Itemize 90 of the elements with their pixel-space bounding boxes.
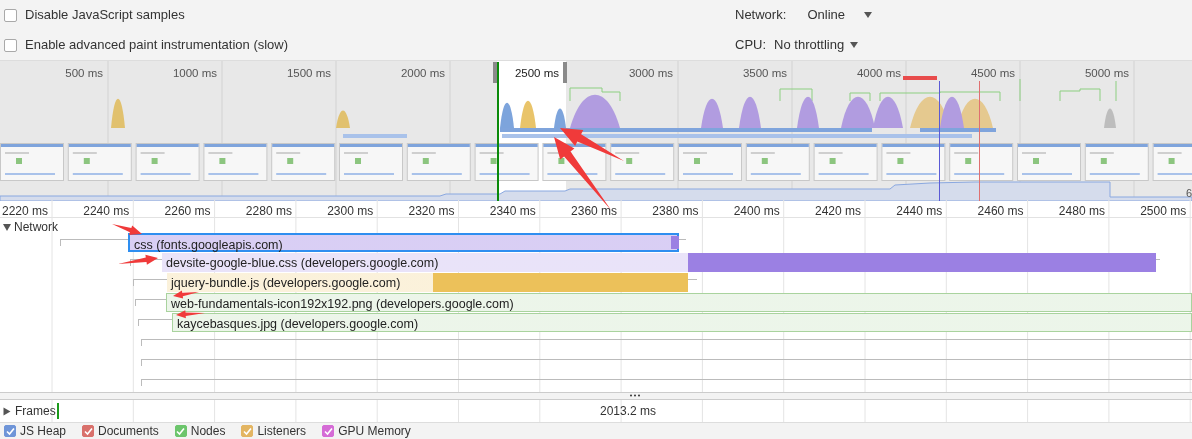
time-tick-label: 5000 ms (1084, 66, 1129, 81)
time-tick-label: 3500 ms (742, 66, 787, 81)
selection-handle (563, 62, 567, 83)
time-tick-label: 500 ms (65, 66, 103, 81)
time-tick-label: 2320 ms (408, 203, 455, 220)
time-tick-label: 1000 ms (172, 66, 217, 81)
time-tick-label: 3000 ms (628, 66, 673, 81)
request-bar[interactable]: kaycebasques.jpg (developers.google.com) (172, 313, 1192, 332)
page-thumbnail (678, 143, 742, 181)
throttle-select[interactable]: Online (794, 5, 873, 25)
counter-label: GPU Memory (338, 423, 411, 439)
time-tick-label: 2340 ms (489, 203, 536, 220)
annotation-arrow (112, 224, 142, 235)
time-tick-label: 2440 ms (896, 203, 943, 220)
time-tick-label: 4000 ms (856, 66, 901, 81)
caret-icon (864, 12, 873, 18)
caret-icon (850, 42, 859, 48)
page-thumbnail (339, 143, 403, 181)
counter-label: Documents (98, 423, 159, 439)
selection-handle (493, 62, 497, 83)
select-label: Network: (735, 6, 787, 25)
expand-arrow-icon[interactable] (3, 407, 11, 415)
select-label: CPU: (735, 36, 767, 55)
page-thumbnail (271, 143, 336, 181)
expand-arrow-icon[interactable] (3, 223, 11, 231)
request-label: web-fundamentals-icon192x192.png (developers.google.com) (171, 296, 514, 313)
counter-checkbox[interactable] (241, 425, 254, 437)
counter-checkbox[interactable] (174, 425, 187, 437)
activity-bar (343, 134, 407, 138)
time-tick-label: 2260 ms (164, 203, 211, 220)
annotation-arrow (173, 290, 199, 299)
time-tick-label: 2380 ms (652, 203, 699, 220)
counter-label: Listeners (257, 423, 307, 439)
time-tick-label: 4500 ms (970, 66, 1015, 81)
time-tick-label: 2500 ms (514, 66, 559, 81)
page-thumbnail (406, 143, 471, 181)
page-thumbnail (203, 143, 268, 181)
time-tick-label: 2300 ms (327, 203, 374, 220)
page-thumbnail (745, 143, 810, 181)
checkbox-label: Disable JavaScript samples (25, 6, 186, 25)
time-tick-label: 2480 ms (1058, 203, 1105, 220)
time-tick-label: 2420 ms (814, 203, 861, 220)
page-thumbnail (1152, 143, 1192, 181)
time-tick-label: 2400 ms (733, 203, 780, 220)
page-thumbnail (1017, 143, 1081, 181)
time-tick-label: 2000 ms (400, 66, 445, 81)
memory-axis-label: 6 (1185, 186, 1192, 201)
counter-label: JS Heap (20, 423, 67, 439)
request-bar[interactable]: css (fonts.googleapis.com) (128, 233, 679, 252)
request-label: jquery-bundle.js (developers.google.com) (171, 275, 401, 292)
request-label: kaycebasques.jpg (developers.google.com) (177, 316, 419, 333)
time-tick-label: 2220 ms (1, 203, 48, 220)
request-label: css (fonts.googleapis.com) (134, 237, 283, 254)
page-thumbnail (0, 143, 64, 181)
track-title: Network (14, 219, 58, 236)
time-tick-label: 1500 ms (286, 66, 331, 81)
track-title: Frames (15, 403, 56, 420)
page-thumbnail (67, 143, 132, 181)
time-tick-label: 2460 ms (977, 203, 1024, 220)
annotation-arrow (176, 310, 205, 319)
request-label: devsite-google-blue.css (developers.google.com) (166, 255, 439, 272)
throttle-select[interactable]: No throttling (774, 35, 859, 55)
page-thumbnail (135, 143, 200, 181)
frame-duration: 2013.2 ms (600, 403, 657, 420)
counter-checkbox[interactable] (4, 425, 16, 437)
page-thumbnail (813, 143, 878, 181)
time-tick-label: 2360 ms (571, 203, 618, 220)
page-thumbnail (949, 143, 1014, 181)
checkbox[interactable] (4, 8, 17, 22)
checkbox[interactable] (4, 38, 17, 52)
timing-whisker (133, 279, 167, 286)
resize-grip-icon (630, 394, 640, 397)
time-tick-label: 2240 ms (83, 203, 130, 220)
page-thumbnail (1084, 143, 1149, 181)
counter-checkbox[interactable] (322, 425, 335, 437)
page-thumbnail (610, 143, 675, 181)
counter-label: Nodes (190, 423, 226, 439)
request-bar[interactable]: jquery-bundle.js (developers.google.com) (167, 273, 688, 292)
page-thumbnail (881, 143, 946, 181)
checkbox-label: Enable advanced paint instrumentation (slow) (25, 36, 290, 55)
annotation-arrow (118, 254, 158, 265)
time-tick-label: 2500 ms (1140, 203, 1187, 220)
request-bar[interactable]: devsite-google-blue.css (developers.google.com) (162, 253, 1156, 272)
frame-bar (56, 403, 59, 419)
timing-whisker (60, 239, 128, 246)
timing-whisker (138, 319, 172, 326)
timing-whisker (135, 299, 166, 306)
counter-checkbox[interactable] (82, 425, 95, 437)
request-bar[interactable]: web-fundamentals-icon192x192.png (developers.google.com) (166, 293, 1192, 312)
time-tick-label: 2280 ms (245, 203, 292, 220)
